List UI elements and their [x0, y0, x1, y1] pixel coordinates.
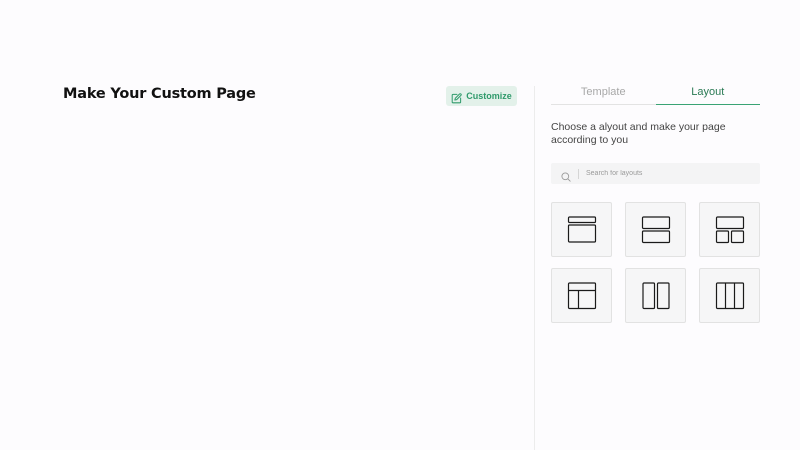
customize-button-label: Customize: [466, 91, 512, 101]
tab-template[interactable]: Template: [551, 84, 656, 105]
layouts-grid: [551, 202, 761, 323]
search-icon: [561, 169, 571, 182]
layout-option-top-two-bottom[interactable]: [699, 202, 760, 257]
panel-description: Choose a alyout and make your page accor…: [551, 121, 726, 146]
customize-button[interactable]: Customize: [446, 86, 517, 106]
search-input[interactable]: [586, 170, 736, 177]
panel-divider: [534, 86, 535, 450]
panel-tabs: Template Layout: [551, 84, 760, 105]
page-title: Make Your Custom Page: [63, 86, 256, 102]
layout-header-sidebar-icon: [567, 281, 596, 309]
layout-option-header-body[interactable]: [551, 202, 612, 257]
layout-option-two-columns[interactable]: [625, 268, 686, 323]
edit-icon: [451, 91, 462, 103]
layout-header-body-icon: [567, 215, 596, 243]
layout-search-box[interactable]: [551, 163, 760, 184]
layout-top-two-bottom-icon: [715, 215, 744, 243]
layout-option-three-columns[interactable]: [699, 268, 760, 323]
search-separator: [578, 168, 579, 179]
layout-option-header-sidebar[interactable]: [551, 268, 612, 323]
layout-option-two-rows[interactable]: [625, 202, 686, 257]
layout-two-rows-icon: [641, 215, 670, 243]
layout-two-columns-icon: [641, 281, 670, 309]
layout-three-columns-icon: [715, 281, 744, 309]
tab-layout[interactable]: Layout: [655, 84, 760, 105]
